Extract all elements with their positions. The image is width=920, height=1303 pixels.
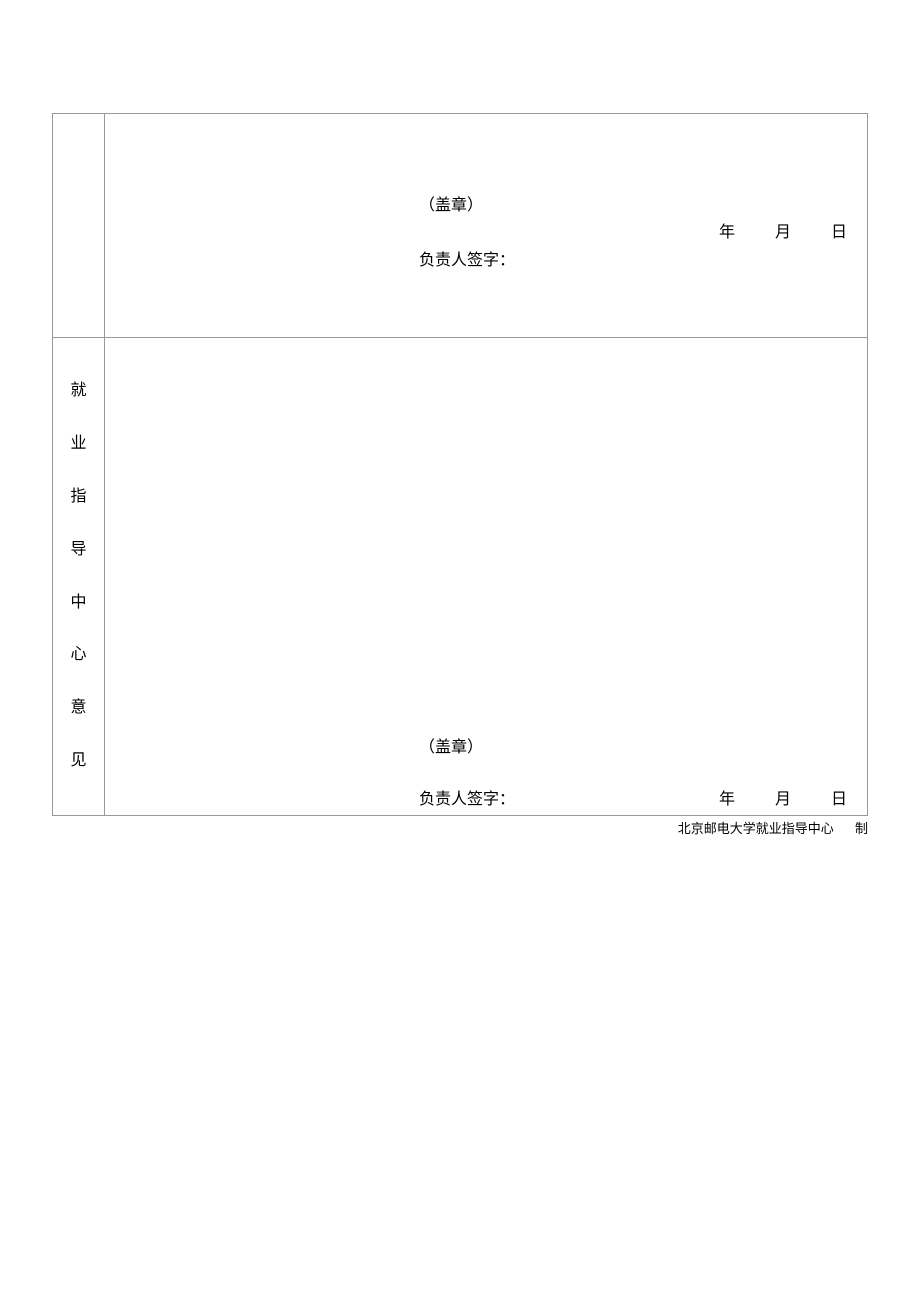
approval-row-2: 就业指导中心意见 （盖章） 负责人签字： 年 月 日 (53, 338, 868, 816)
row-2-label-cell: 就业指导中心意见 (53, 338, 105, 816)
row-1-stamp-text: （盖章） (419, 191, 483, 215)
row-1-date-line: 年 月 日 (683, 218, 847, 242)
row-1-label-cell (53, 114, 105, 338)
row-1-year-label: 年 (719, 218, 735, 242)
row-1-content-cell: （盖章） 负责人签字： 年 月 日 (105, 114, 868, 338)
row-2-content-cell: （盖章） 负责人签字： 年 月 日 (105, 338, 868, 816)
row-2-date-line: 年 月 日 (683, 785, 847, 809)
row-1-month-label: 月 (775, 218, 791, 242)
approval-row-1: （盖章） 负责人签字： 年 月 日 (53, 114, 868, 338)
row-1-signature-label: 负责人签字： (419, 246, 515, 270)
row-2-label: 就业指导中心意见 (53, 365, 104, 787)
row-2-stamp-text: （盖章） (419, 733, 483, 757)
row-2-signature-label: 负责人签字： (419, 785, 515, 809)
footer-line: 北京邮电大学就业指导中心 制 (52, 818, 868, 837)
row-2-year-label: 年 (719, 785, 735, 809)
row-1-day-label: 日 (831, 218, 847, 242)
row-2-day-label: 日 (831, 785, 847, 809)
footer-organization: 北京邮电大学就业指导中心 (678, 821, 834, 836)
footer-suffix: 制 (855, 821, 868, 836)
approval-form-table: （盖章） 负责人签字： 年 月 日 就业指导中心意见 （盖章） 负责人签字： 年… (52, 113, 868, 816)
row-2-month-label: 月 (775, 785, 791, 809)
